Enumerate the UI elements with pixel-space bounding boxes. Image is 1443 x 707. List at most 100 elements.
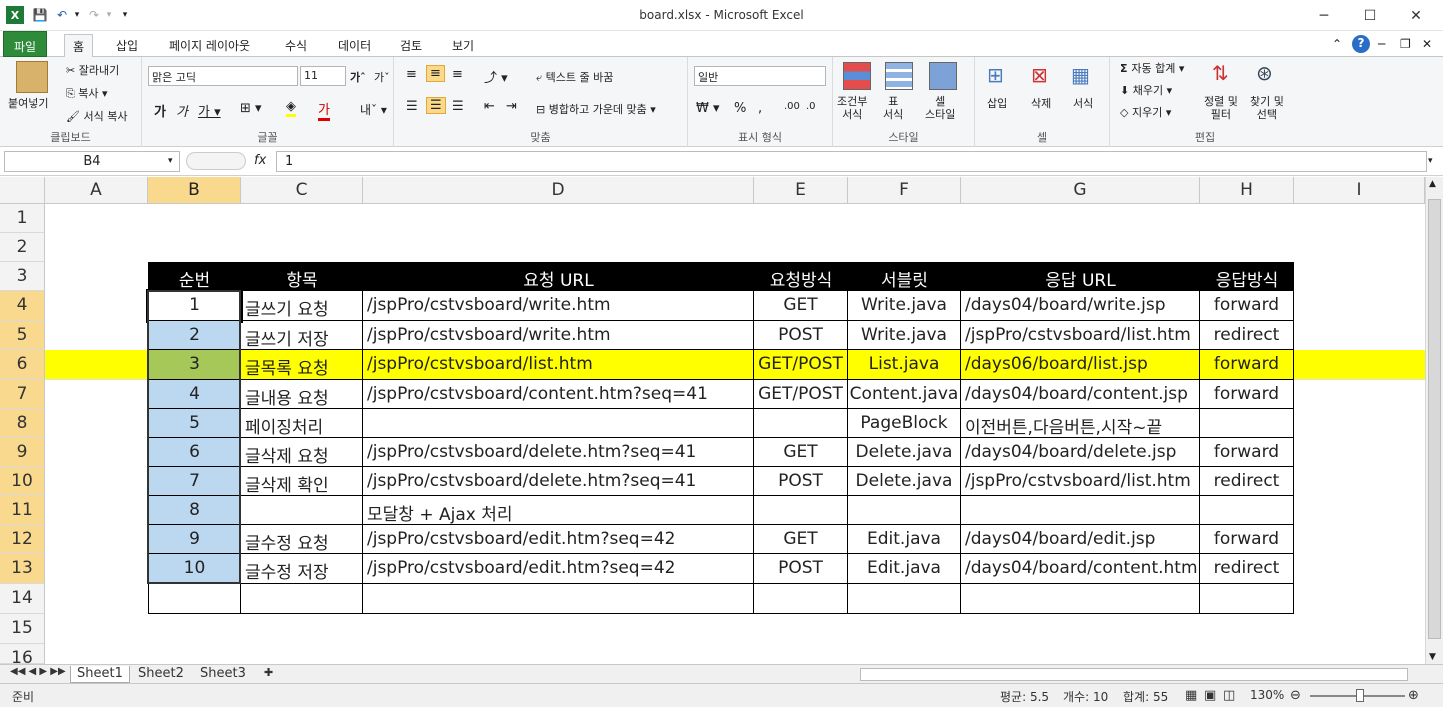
table-cell[interactable]: 4 bbox=[148, 380, 241, 409]
row-header-5[interactable]: 5 bbox=[0, 321, 45, 350]
phonetic-icon[interactable]: 내ˇ ▾ bbox=[360, 101, 387, 118]
row-header-9[interactable]: 9 bbox=[0, 438, 45, 467]
row-header-14[interactable]: 14 bbox=[0, 584, 45, 614]
minimize-ribbon-icon[interactable]: ⌃ bbox=[1330, 34, 1344, 56]
table-cell[interactable]: 페이징처리 bbox=[241, 409, 363, 438]
paste-icon[interactable] bbox=[16, 61, 48, 93]
table-cell[interactable]: 7 bbox=[148, 467, 241, 496]
table-cell[interactable]: /jspPro/cstvsboard/list.htm bbox=[961, 321, 1200, 350]
currency-icon[interactable]: ₩ ▾ bbox=[696, 101, 720, 116]
copy-button[interactable]: ⎘ 복사 ▾ bbox=[66, 85, 108, 101]
align-center-icon[interactable]: ☰ bbox=[426, 97, 446, 114]
sheet-tab-3[interactable]: Sheet3 bbox=[194, 666, 252, 683]
merge-center-button[interactable]: ⊟ 병합하고 가운데 맞춤 ▾ bbox=[536, 101, 656, 117]
row-header-7[interactable]: 7 bbox=[0, 380, 45, 409]
table-cell[interactable]: Delete.java bbox=[848, 438, 961, 467]
underline-icon[interactable]: 가 ▾ bbox=[198, 101, 221, 120]
table-cell[interactable]: /jspPro/cstvsboard/delete.htm?seq=41 bbox=[363, 467, 754, 496]
table-cell[interactable]: Write.java bbox=[848, 321, 961, 350]
delete-cells-button[interactable]: 삭제 bbox=[1031, 95, 1051, 111]
format-painter-button[interactable]: 🖌 서식 복사 bbox=[66, 108, 127, 124]
table-cell[interactable]: /jspPro/cstvsboard/edit.htm?seq=42 bbox=[363, 554, 754, 584]
table-cell[interactable]: 8 bbox=[148, 496, 241, 525]
font-color-icon[interactable]: 가 bbox=[318, 99, 330, 121]
table-cell[interactable]: 글삭제 요청 bbox=[241, 438, 363, 467]
select-all-corner[interactable] bbox=[0, 177, 45, 204]
workbook-minimize-icon[interactable]: ─ bbox=[1376, 34, 1387, 56]
table-cell[interactable]: /jspPro/cstvsboard/write.htm bbox=[363, 321, 754, 350]
border-icon[interactable]: ⊞ ▾ bbox=[240, 101, 262, 116]
font-size-select[interactable]: 11 bbox=[300, 66, 346, 86]
row-header-4[interactable]: 4 bbox=[0, 291, 45, 321]
table-cell[interactable] bbox=[961, 496, 1200, 525]
table-cell[interactable] bbox=[1200, 496, 1294, 525]
table-cell[interactable]: 1 bbox=[146, 289, 243, 323]
fill-button[interactable]: ⬇ 채우기 ▾ bbox=[1120, 82, 1172, 98]
table-cell[interactable] bbox=[1200, 584, 1294, 614]
conditional-format-button[interactable]: 조건부 서식 bbox=[837, 95, 867, 121]
minimize-button[interactable]: ─ bbox=[1301, 0, 1347, 31]
formula-divider-handle[interactable] bbox=[186, 152, 246, 170]
row-header-10[interactable]: 10 bbox=[0, 467, 45, 496]
row-header-6[interactable]: 6 bbox=[0, 350, 45, 380]
row-header-16[interactable]: 16 bbox=[0, 644, 45, 664]
column-header-d[interactable]: D bbox=[363, 177, 754, 204]
table-cell[interactable]: 5 bbox=[148, 409, 241, 438]
table-cell[interactable]: PageBlock bbox=[848, 409, 961, 438]
sheet-tab-2[interactable]: Sheet2 bbox=[132, 666, 190, 683]
expand-formula-icon[interactable]: ▾ bbox=[1428, 156, 1433, 166]
page-layout-view-icon[interactable]: ▣ bbox=[1204, 688, 1216, 703]
align-right-icon[interactable]: ☰ bbox=[452, 99, 464, 114]
table-cell[interactable]: /days04/board/edit.jsp bbox=[961, 525, 1200, 554]
table-cell[interactable]: forward bbox=[1200, 380, 1294, 409]
help-icon[interactable]: ? bbox=[1352, 35, 1370, 53]
table-cell[interactable]: /jspPro/cstvsboard/write.htm bbox=[363, 291, 754, 321]
table-cell[interactable]: /days04/board/write.jsp bbox=[961, 291, 1200, 321]
column-header-f[interactable]: F bbox=[848, 177, 961, 204]
cell-style-button[interactable]: 셀 스타일 bbox=[925, 95, 955, 121]
cut-button[interactable]: ✂ 잘라내기 bbox=[66, 62, 119, 78]
sort-filter-button[interactable]: 정렬 및 필터 bbox=[1204, 95, 1238, 121]
formula-input[interactable]: 1 bbox=[276, 151, 1427, 172]
table-cell[interactable]: /jspPro/cstvsboard/list.htm bbox=[961, 467, 1200, 496]
table-cell[interactable] bbox=[754, 584, 848, 614]
name-box[interactable]: B4 bbox=[4, 151, 180, 172]
format-cells-button[interactable]: 서식 bbox=[1073, 95, 1093, 111]
table-cell[interactable]: 모달창 + Ajax 처리 bbox=[363, 496, 754, 525]
shrink-font-icon[interactable]: 가ˇ bbox=[374, 69, 390, 85]
table-cell[interactable]: Edit.java bbox=[848, 525, 961, 554]
row-header-2[interactable]: 2 bbox=[0, 233, 45, 262]
name-box-dropdown-icon[interactable]: ▾ bbox=[168, 156, 173, 166]
column-header-a[interactable]: A bbox=[45, 177, 148, 204]
table-cell[interactable]: /days04/board/content.jsp bbox=[961, 380, 1200, 409]
scroll-down-icon[interactable]: ▼ bbox=[1429, 652, 1436, 662]
comma-icon[interactable]: , bbox=[758, 101, 762, 116]
table-cell[interactable]: 6 bbox=[148, 438, 241, 467]
table-cell[interactable]: 2 bbox=[148, 321, 241, 350]
autosum-button[interactable]: Σ 자동 합계 ▾ bbox=[1120, 60, 1184, 76]
table-cell[interactable]: 10 bbox=[148, 554, 241, 584]
table-cell[interactable]: 3 bbox=[148, 350, 241, 380]
table-cell[interactable]: 글삭제 확인 bbox=[241, 467, 363, 496]
table-cell[interactable] bbox=[363, 409, 754, 438]
italic-icon[interactable]: 가 bbox=[176, 101, 188, 120]
font-name-select[interactable]: 맑은 고딕 bbox=[148, 66, 298, 86]
bold-icon[interactable]: 가 bbox=[154, 101, 166, 120]
table-cell[interactable]: 글쓰기 요청 bbox=[241, 291, 363, 321]
row-header-15[interactable]: 15 bbox=[0, 614, 45, 644]
table-cell[interactable]: GET bbox=[754, 525, 848, 554]
column-header-c[interactable]: C bbox=[241, 177, 363, 204]
horizontal-scrollbar[interactable] bbox=[860, 668, 1408, 681]
row-header-3[interactable]: 3 bbox=[0, 262, 45, 291]
column-header-g[interactable]: G bbox=[961, 177, 1200, 204]
table-cell[interactable]: /days04/board/content.htm bbox=[961, 554, 1200, 584]
table-cell[interactable]: GET bbox=[754, 438, 848, 467]
tab-home[interactable]: 홈 bbox=[64, 34, 94, 58]
align-top-icon[interactable]: ≡ bbox=[406, 67, 417, 82]
cell-a6[interactable] bbox=[45, 350, 148, 380]
table-format-button[interactable]: 표 서식 bbox=[883, 95, 903, 121]
table-cell[interactable] bbox=[754, 496, 848, 525]
close-button[interactable]: ✕ bbox=[1393, 0, 1439, 31]
table-cell[interactable] bbox=[754, 409, 848, 438]
table-cell[interactable] bbox=[363, 584, 754, 614]
